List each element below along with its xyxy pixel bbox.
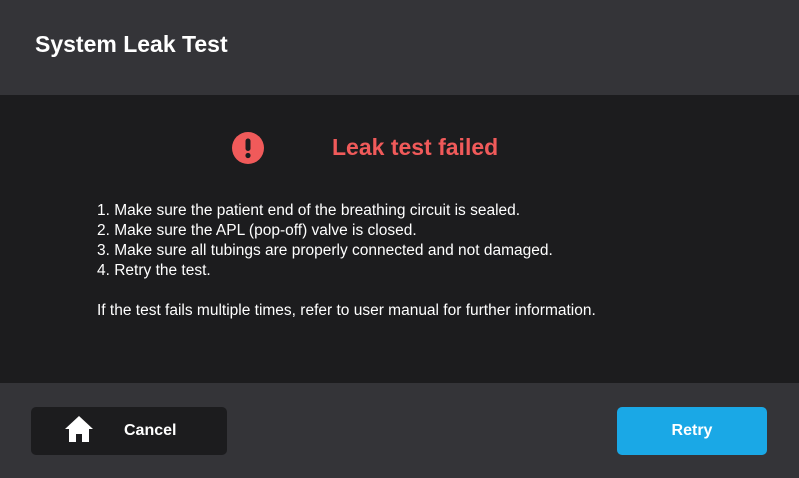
retry-button-label: Retry xyxy=(671,422,713,439)
exclamation-circle-icon xyxy=(232,132,264,164)
instruction-step: 1. Make sure the patient end of the brea… xyxy=(97,202,521,219)
instruction-list: 1. Make sure the patient end of the brea… xyxy=(97,201,553,281)
alert-title: Leak test failed xyxy=(332,134,499,160)
page-title: System Leak Test xyxy=(35,31,228,57)
footer-bar: Cancel Retry xyxy=(0,383,799,478)
content-panel: Leak test failed 1. Make sure the patien… xyxy=(0,95,799,383)
cancel-button[interactable]: Cancel xyxy=(31,407,227,455)
cancel-button-label: Cancel xyxy=(124,422,177,439)
home-icon xyxy=(65,416,93,442)
retry-button[interactable]: Retry xyxy=(617,407,767,455)
instruction-note: If the test fails multiple times, refer … xyxy=(97,302,596,319)
instruction-step: 4. Retry the test. xyxy=(97,262,211,279)
header-bar: System Leak Test xyxy=(0,0,799,95)
instruction-step: 3. Make sure all tubings are properly co… xyxy=(97,242,553,259)
instruction-step: 2. Make sure the APL (pop-off) valve is … xyxy=(97,222,417,239)
leak-test-window: System Leak Test Leak test failed 1. Mak… xyxy=(0,0,799,478)
